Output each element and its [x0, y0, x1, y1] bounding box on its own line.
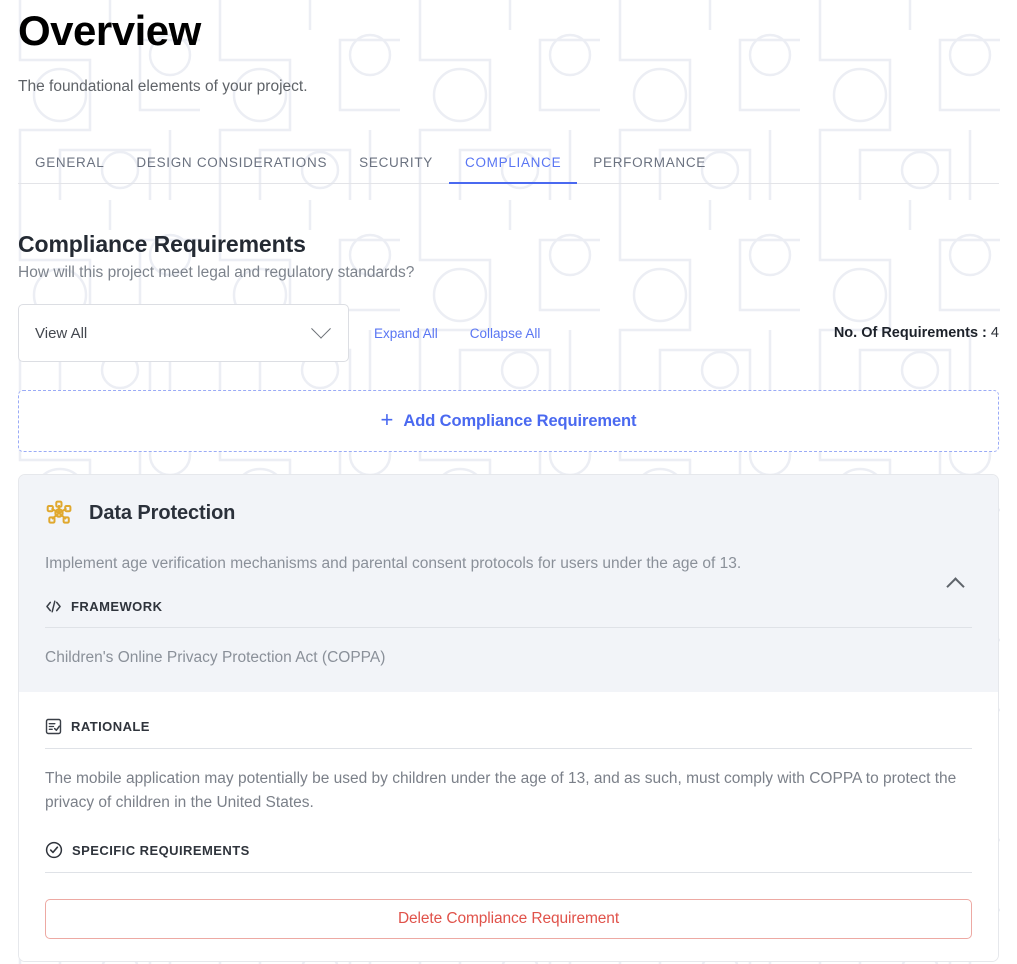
- tab-general[interactable]: GENERAL: [18, 155, 120, 183]
- chevron-down-icon: [311, 318, 332, 340]
- requirements-count-value: 4: [990, 325, 999, 341]
- specific-requirements-label-text: SPECIFIC REQUIREMENTS: [72, 842, 250, 858]
- rationale-field-label: RATIONALE: [45, 718, 972, 735]
- expand-all-button[interactable]: Expand All: [374, 326, 438, 341]
- framework-label-text: FRAMEWORK: [71, 599, 163, 614]
- collapse-all-button[interactable]: Collapse All: [470, 326, 541, 341]
- requirements-count: No. Of Requirements : 4: [834, 325, 999, 341]
- rationale-value[interactable]: The mobile application may potentially b…: [45, 767, 972, 815]
- tab-design-considerations[interactable]: DESIGN CONSIDERATIONS: [120, 155, 343, 183]
- page-title: Overview: [18, 7, 201, 54]
- view-filter-value: View All: [35, 324, 88, 342]
- requirement-description: Implement age verification mechanisms an…: [45, 555, 742, 572]
- tab-compliance[interactable]: COMPLIANCE: [449, 155, 578, 184]
- compliance-requirement-card: Data Protection Implement age verificati…: [18, 474, 999, 963]
- tab-bar: GENERAL DESIGN CONSIDERATIONS SECURITY C…: [18, 140, 999, 184]
- content-area: Overview The foundational elements of yo…: [0, 0, 1017, 963]
- chevron-up-icon: [945, 574, 965, 596]
- plus-icon: +: [380, 407, 394, 432]
- view-filter-select[interactable]: View All: [18, 304, 349, 362]
- network-nodes-icon: [45, 499, 73, 527]
- requirement-title-row: Data Protection: [45, 499, 972, 527]
- page-subtitle: The foundational elements of your projec…: [18, 78, 308, 95]
- rationale-divider: [45, 748, 972, 750]
- requirement-card-header: Data Protection Implement age verificati…: [19, 475, 998, 693]
- specific-requirements-field-label: SPECIFIC REQUIREMENTS: [45, 841, 972, 859]
- add-compliance-requirement-button[interactable]: + Add Compliance Requirement: [18, 390, 999, 452]
- requirements-count-label: No. Of Requirements :: [833, 325, 987, 341]
- framework-value[interactable]: Children's Online Privacy Protection Act…: [45, 646, 972, 670]
- section-title: Compliance Requirements: [18, 231, 306, 257]
- framework-field-label: FRAMEWORK: [45, 599, 972, 614]
- requirement-title: Data Protection: [89, 501, 236, 524]
- add-compliance-requirement-label: Add Compliance Requirement: [403, 411, 637, 430]
- requirements-toolbar: View All Expand All Collapse All No. Of …: [18, 304, 999, 362]
- tab-performance[interactable]: PERFORMANCE: [577, 155, 722, 183]
- specific-requirements-divider: [45, 872, 972, 874]
- collapse-requirement-button[interactable]: [942, 572, 968, 598]
- framework-divider: [45, 627, 972, 628]
- delete-compliance-requirement-button[interactable]: Delete Compliance Requirement: [45, 899, 972, 940]
- requirement-card-body: RATIONALE The mobile application may pot…: [19, 718, 998, 962]
- code-brackets-icon: [45, 599, 62, 614]
- check-circle-icon: [45, 841, 63, 859]
- page-root: Overview The foundational elements of yo…: [0, 0, 1017, 964]
- rationale-label-text: RATIONALE: [71, 719, 150, 735]
- section-subtitle: How will this project meet legal and reg…: [18, 264, 415, 281]
- list-check-icon: [45, 718, 62, 735]
- tab-security[interactable]: SECURITY: [343, 155, 449, 183]
